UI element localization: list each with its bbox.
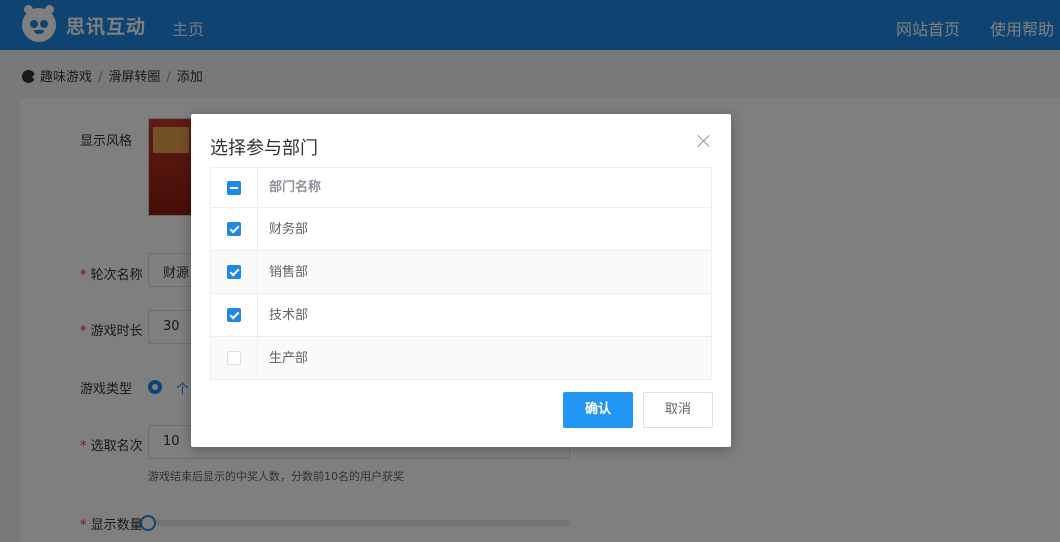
confirm-button[interactable]: 确认	[563, 392, 633, 428]
table-row[interactable]: 技术部	[211, 294, 711, 337]
department-name: 技术部	[269, 308, 309, 323]
select-all-checkbox[interactable]	[227, 181, 241, 195]
close-icon[interactable]	[697, 134, 711, 148]
row-checkbox[interactable]	[227, 222, 241, 236]
row-checkbox[interactable]	[227, 308, 241, 322]
department-table: 部门名称 财务部 销售部 技术部 生产部	[210, 167, 712, 380]
dialog-title: 选择参与部门	[210, 138, 318, 159]
column-header-department: 部门名称	[269, 180, 322, 195]
department-name: 销售部	[269, 265, 309, 280]
row-checkbox[interactable]	[227, 265, 241, 279]
table-row[interactable]: 财务部	[211, 208, 711, 251]
department-name: 生产部	[269, 351, 309, 366]
department-dialog: 选择参与部门 部门名称 财务部 销售部 技术部 生产部 确认 取消	[191, 114, 731, 447]
table-header-row: 部门名称	[211, 168, 711, 208]
department-name: 财务部	[269, 222, 309, 237]
row-checkbox[interactable]	[227, 351, 241, 365]
table-row[interactable]: 生产部	[211, 337, 711, 380]
cancel-button[interactable]: 取消	[643, 392, 713, 428]
table-row[interactable]: 销售部	[211, 251, 711, 294]
